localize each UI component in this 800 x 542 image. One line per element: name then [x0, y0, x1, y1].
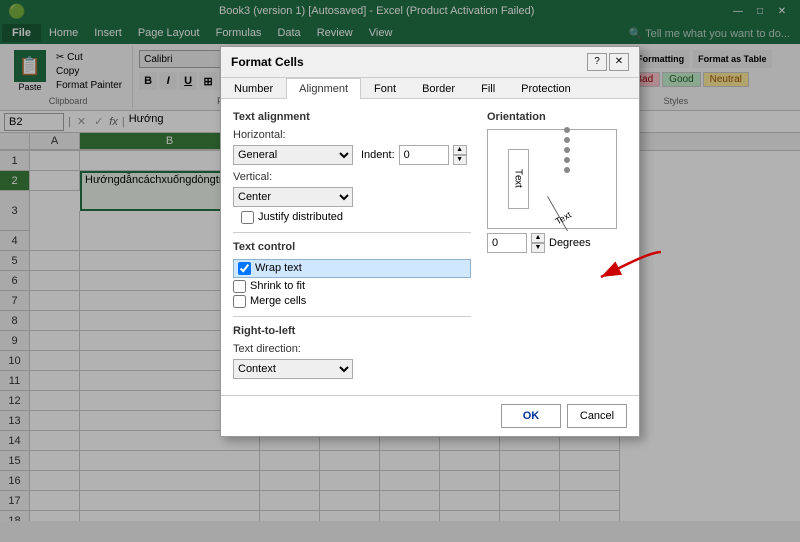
justify-distributed-checkbox[interactable]	[241, 211, 254, 224]
tab-font[interactable]: Font	[361, 78, 409, 99]
indent-down-btn[interactable]: ▼	[453, 155, 467, 165]
tab-fill[interactable]: Fill	[468, 78, 508, 99]
orient-dot-1[interactable]	[564, 127, 570, 133]
degrees-input[interactable]	[487, 233, 527, 253]
dialog-footer: OK Cancel	[221, 395, 639, 436]
tab-alignment[interactable]: Alignment	[286, 78, 361, 99]
dialog-tabs: Number Alignment Font Border Fill Protec…	[221, 78, 639, 99]
horizontal-label: Horizontal:	[233, 129, 303, 141]
orient-dot-3[interactable]	[564, 147, 570, 153]
text-direction-label: Text direction:	[233, 343, 303, 355]
vertical-label: Vertical:	[233, 171, 303, 183]
dialog-title-bar: Format Cells ? ✕	[221, 47, 639, 78]
degrees-down-btn[interactable]: ▼	[531, 243, 545, 253]
dialog-help-btn[interactable]: ?	[587, 53, 607, 71]
orientation-box: Text Text	[487, 129, 617, 229]
shrink-to-fit-label: Shrink to fit	[250, 280, 305, 292]
degrees-label: Degrees	[549, 237, 591, 249]
dialog-content: Text alignment Horizontal: General Inden…	[221, 99, 639, 395]
indent-up-btn[interactable]: ▲	[453, 145, 467, 155]
text-control-section-label: Text control	[233, 241, 471, 253]
indent-label: Indent:	[361, 149, 395, 161]
divider-1	[233, 232, 471, 233]
wrap-text-checkbox[interactable]	[238, 262, 251, 275]
tab-border[interactable]: Border	[409, 78, 468, 99]
orient-dot-4[interactable]	[564, 157, 570, 163]
horizontal-select[interactable]: General	[233, 145, 353, 165]
divider-2	[233, 316, 471, 317]
text-alignment-section-label: Text alignment	[233, 111, 471, 123]
ok-btn[interactable]: OK	[501, 404, 561, 428]
dialog-close-btn[interactable]: ✕	[609, 53, 629, 71]
wrap-text-label: Wrap text	[255, 262, 302, 274]
justify-distributed-label: Justify distributed	[258, 211, 343, 223]
modal-overlay: Format Cells ? ✕ Number Alignment Font B…	[0, 0, 800, 542]
vertical-select[interactable]: Center	[233, 187, 353, 207]
merge-cells-checkbox[interactable]	[233, 295, 246, 308]
dialog-title-text: Format Cells	[231, 55, 304, 69]
right-to-left-section-label: Right-to-left	[233, 325, 471, 337]
orient-dot-2[interactable]	[564, 137, 570, 143]
orient-vertical[interactable]: Text	[508, 149, 529, 209]
tab-protection[interactable]: Protection	[508, 78, 584, 99]
orient-dot-5[interactable]	[564, 167, 570, 173]
tab-number[interactable]: Number	[221, 78, 286, 99]
cancel-btn[interactable]: Cancel	[567, 404, 627, 428]
shrink-to-fit-checkbox[interactable]	[233, 280, 246, 293]
orientation-label: Orientation	[487, 111, 627, 123]
degrees-up-btn[interactable]: ▲	[531, 233, 545, 243]
text-direction-select[interactable]: Context	[233, 359, 353, 379]
format-cells-dialog: Format Cells ? ✕ Number Alignment Font B…	[220, 46, 640, 437]
merge-cells-label: Merge cells	[250, 295, 306, 307]
indent-input[interactable]	[399, 145, 449, 165]
